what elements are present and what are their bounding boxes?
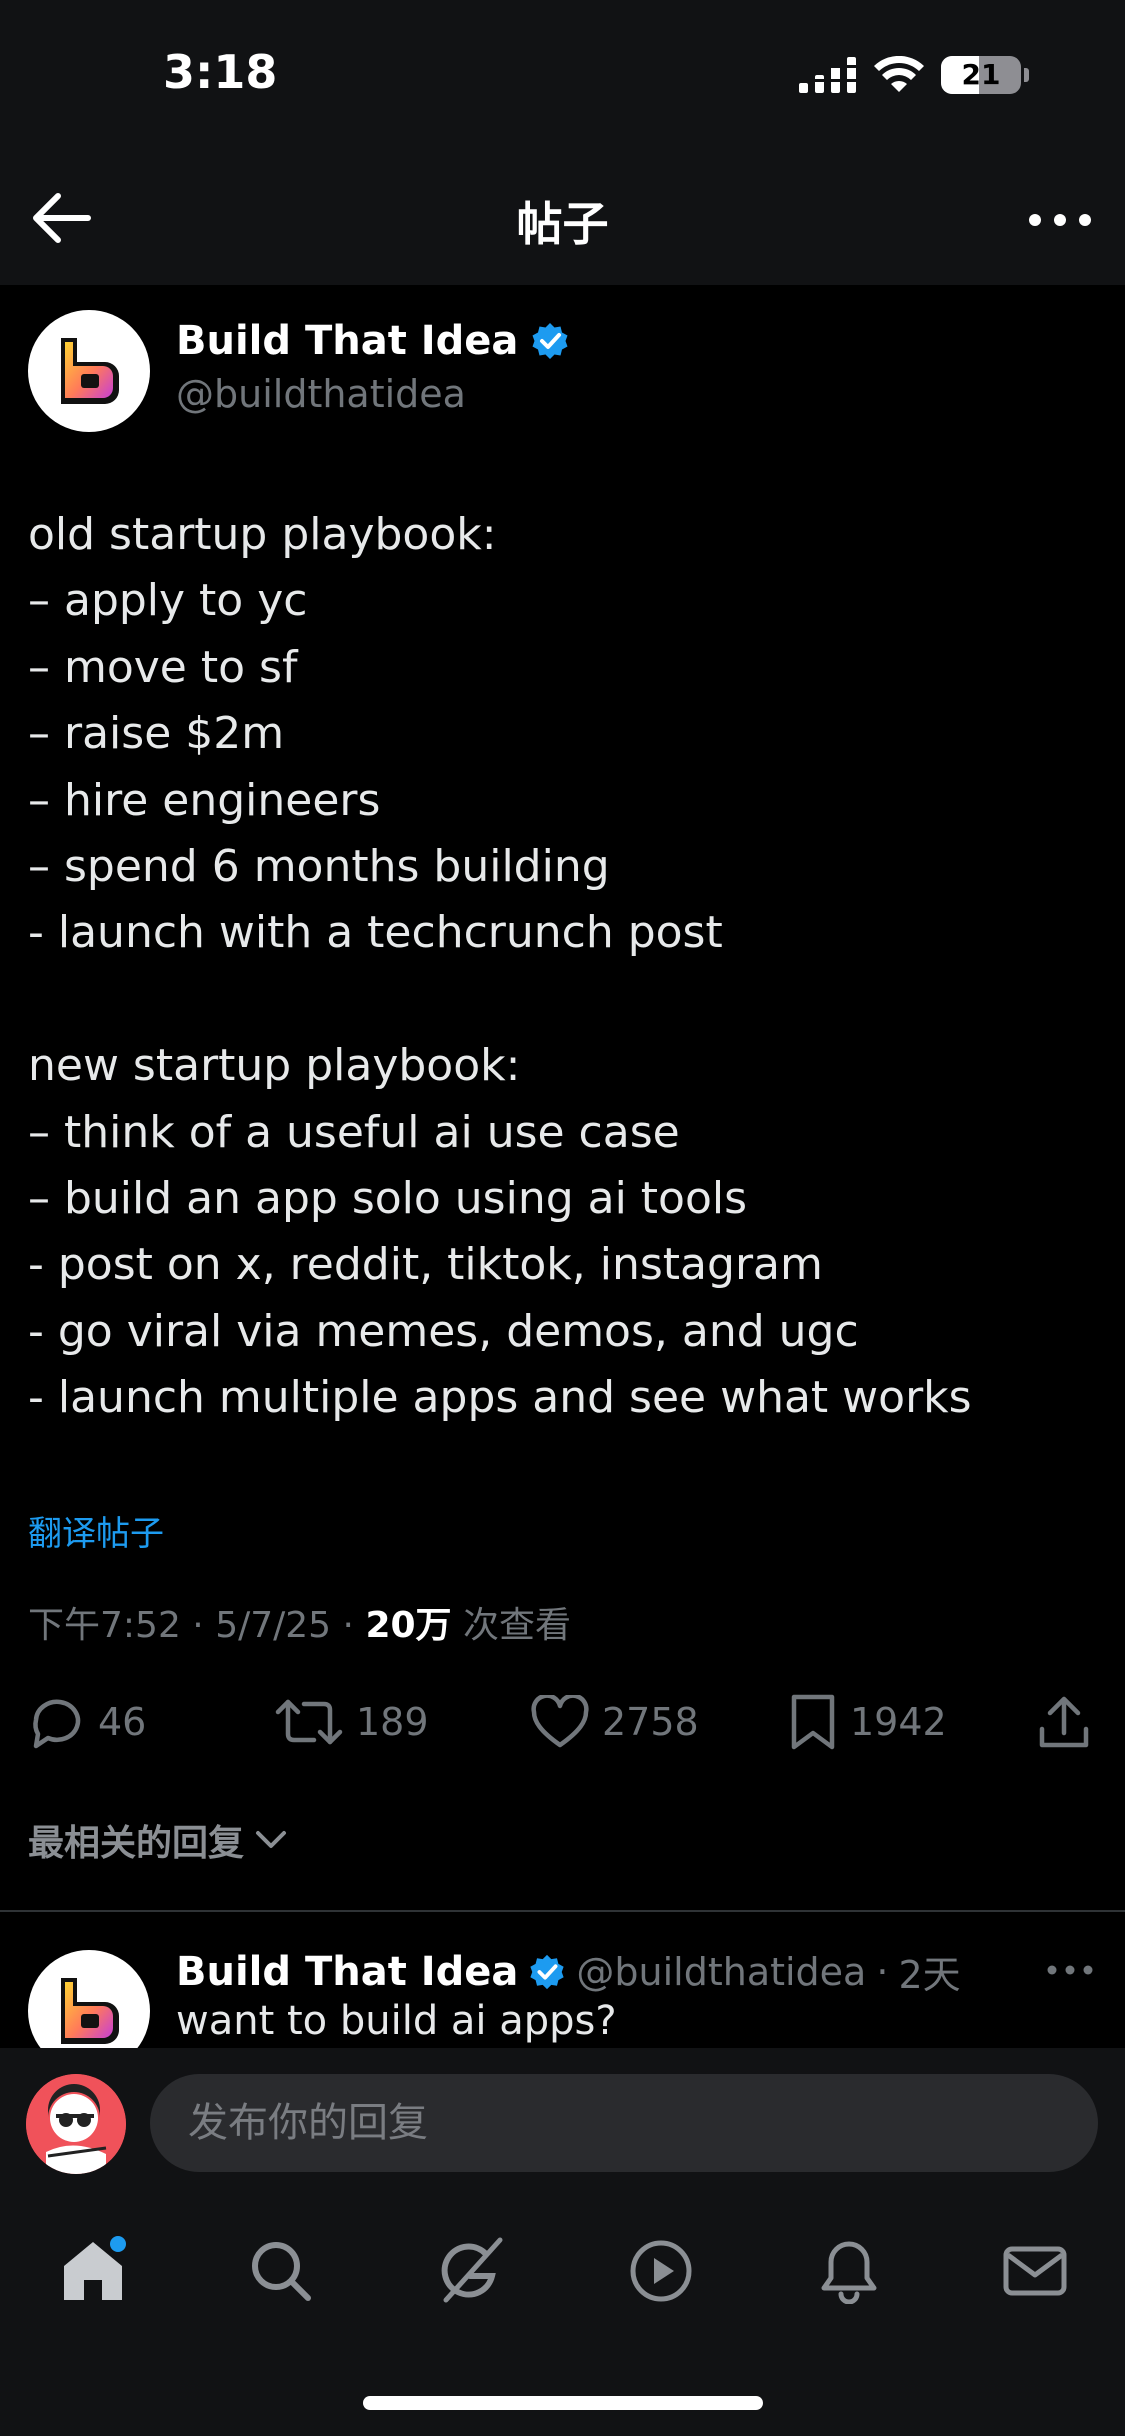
grok-icon bbox=[441, 2237, 503, 2303]
tab-grok[interactable] bbox=[436, 2236, 506, 2306]
tab-messages[interactable] bbox=[1000, 2236, 1070, 2306]
author-avatar[interactable] bbox=[28, 310, 150, 432]
divider bbox=[0, 1910, 1125, 1912]
home-icon bbox=[64, 2236, 126, 2300]
tab-home[interactable] bbox=[58, 2236, 128, 2306]
battery-icon: 21 bbox=[941, 56, 1021, 94]
post-line: – build an app solo using ai tools bbox=[28, 1172, 748, 1224]
verified-badge-icon bbox=[532, 323, 568, 359]
share-button[interactable] bbox=[1036, 1690, 1092, 1754]
cellular-signal-icon bbox=[799, 57, 857, 93]
view-count: 20万 bbox=[365, 1605, 452, 1646]
status-icons: 21 bbox=[799, 56, 1029, 94]
post-line: – think of a useful ai use case bbox=[28, 1106, 680, 1158]
post-line: – apply to yc bbox=[28, 575, 308, 627]
post-line: – hire engineers bbox=[28, 774, 381, 826]
post-line: new startup playbook: bbox=[28, 1040, 521, 1092]
video-play-icon bbox=[630, 2240, 692, 2302]
battery-level: 21 bbox=[961, 58, 1001, 91]
more-icon bbox=[1029, 214, 1091, 226]
views-label: 次查看 bbox=[463, 1605, 572, 1646]
bookmark-count: 1942 bbox=[850, 1700, 947, 1744]
post-line: - post on x, reddit, tiktok, instagram bbox=[28, 1239, 823, 1291]
author-handle[interactable]: @buildthatidea bbox=[176, 372, 466, 416]
repost-button[interactable]: 189 bbox=[274, 1690, 429, 1754]
chevron-down-icon bbox=[256, 1831, 287, 1848]
author-name-text: Build That Idea bbox=[176, 318, 519, 364]
like-button[interactable]: 2758 bbox=[530, 1690, 699, 1754]
post-line: – spend 6 months building bbox=[28, 840, 610, 892]
tab-search[interactable] bbox=[246, 2236, 316, 2306]
replies-sort-label: 最相关的回复 bbox=[28, 1823, 245, 1864]
build-that-idea-logo-icon bbox=[61, 338, 119, 404]
author-name[interactable]: Build That Idea bbox=[176, 318, 570, 364]
battery-cap bbox=[1024, 68, 1029, 82]
search-icon bbox=[252, 2242, 311, 2301]
heart-icon bbox=[531, 1695, 589, 1748]
post-line: - launch multiple apps and see what work… bbox=[28, 1372, 972, 1424]
post-line: – raise $2m bbox=[28, 708, 285, 760]
reply-count: 46 bbox=[98, 1700, 147, 1744]
post-text: old startup playbook: – apply to yc – mo… bbox=[28, 502, 1098, 1431]
bell-icon bbox=[821, 2241, 877, 2304]
bookmark-button[interactable]: 1942 bbox=[788, 1690, 947, 1754]
status-time: 3:18 bbox=[163, 45, 278, 99]
share-icon bbox=[1039, 1696, 1089, 1748]
reply-author-name[interactable]: Build That Idea bbox=[176, 1949, 518, 1995]
meta-separator: · bbox=[342, 1605, 354, 1646]
like-count: 2758 bbox=[602, 1700, 699, 1744]
tab-notifications[interactable] bbox=[814, 2236, 884, 2306]
bookmark-icon bbox=[791, 1694, 835, 1750]
comment-icon bbox=[33, 1699, 81, 1749]
more-icon bbox=[1047, 1965, 1093, 1975]
post-line: - launch with a techcrunch post bbox=[28, 907, 723, 959]
reply-header: Build That Idea @buildthatidea · 2天 bbox=[176, 1944, 961, 1999]
reply-age: 2天 bbox=[898, 1953, 961, 1997]
page-title: 帖子 bbox=[516, 197, 609, 251]
post-line: - go viral via memes, demos, and ugc bbox=[28, 1305, 859, 1357]
post-date: 5/7/25 bbox=[215, 1605, 332, 1646]
wifi-icon bbox=[874, 56, 924, 92]
reply-separator: · bbox=[876, 1949, 889, 1994]
home-indicator[interactable] bbox=[363, 2396, 763, 2410]
meta-separator: · bbox=[192, 1605, 204, 1646]
user-avatar-icon bbox=[26, 2074, 126, 2174]
reply-author-handle[interactable]: @buildthatidea bbox=[576, 1950, 866, 1994]
repost-icon bbox=[275, 1699, 343, 1745]
post-line: old startup playbook: bbox=[28, 509, 497, 560]
notification-dot bbox=[110, 2236, 126, 2252]
build-that-idea-logo-icon bbox=[61, 1978, 119, 2044]
reply-more-button[interactable] bbox=[1045, 1958, 1095, 1982]
tab-video[interactable] bbox=[626, 2236, 696, 2306]
verified-badge-icon bbox=[530, 1954, 565, 1989]
post-line: – move to sf bbox=[28, 641, 298, 693]
mail-icon bbox=[1003, 2246, 1067, 2296]
translate-post-link[interactable]: 翻译帖子 bbox=[28, 1506, 164, 1555]
post-meta: 下午7:52 · 5/7/25 · 20万 次查看 bbox=[28, 1596, 571, 1648]
reply-button[interactable]: 46 bbox=[28, 1690, 146, 1754]
replies-sort-dropdown[interactable]: 最相关的回复 bbox=[28, 1814, 288, 1866]
post-time: 下午7:52 bbox=[28, 1605, 181, 1646]
reply-input[interactable] bbox=[150, 2074, 1098, 2172]
post-line bbox=[28, 967, 1098, 1033]
more-options-button[interactable] bbox=[1025, 200, 1095, 240]
repost-count: 189 bbox=[356, 1700, 429, 1744]
my-avatar[interactable] bbox=[26, 2074, 126, 2174]
reply-text[interactable]: want to build ai apps? bbox=[176, 1998, 617, 2044]
